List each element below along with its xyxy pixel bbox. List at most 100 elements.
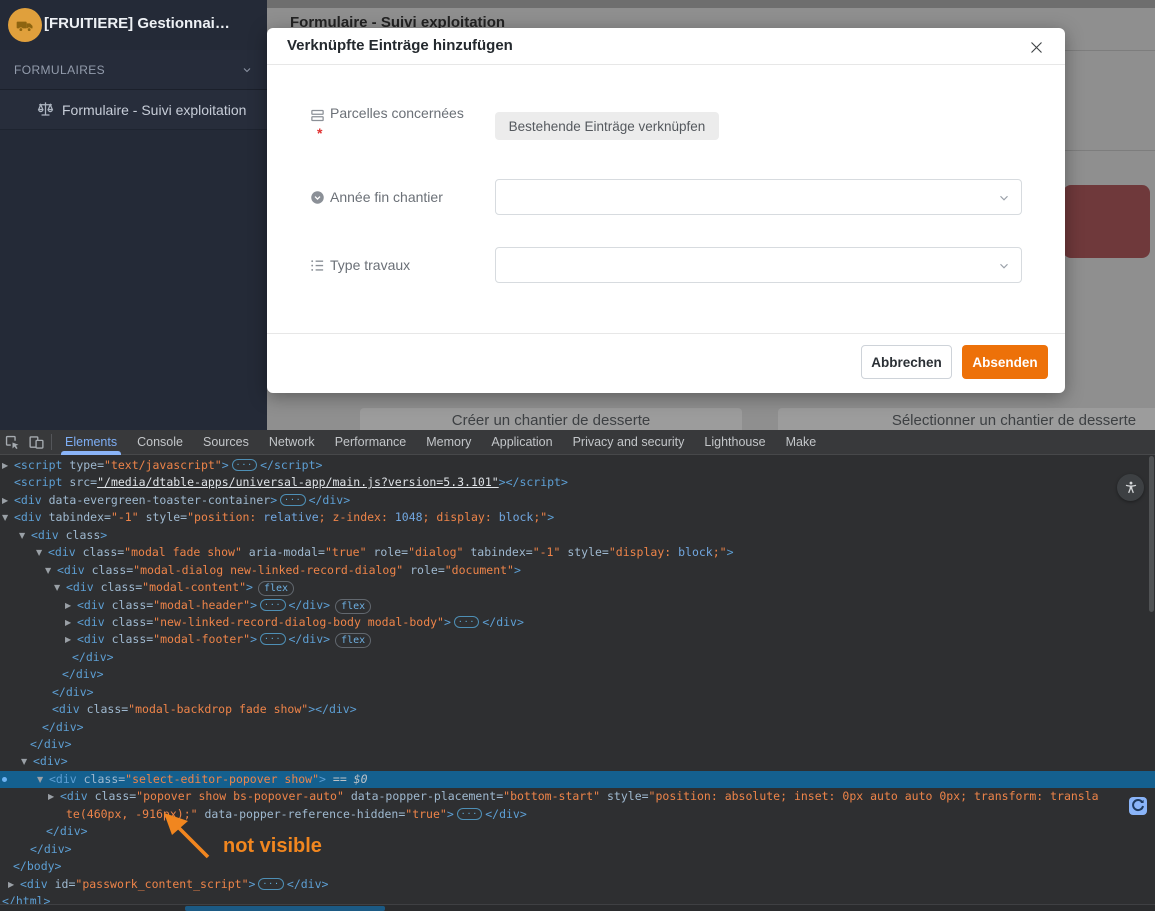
code-line-20[interactable]: ▶<div class="popover show bs-popover-aut… (0, 788, 1155, 805)
code-token: block (499, 510, 534, 524)
expand-arrow-icon[interactable]: ▶ (48, 788, 54, 805)
code-line-26[interactable]: </html> (0, 893, 1155, 904)
divider (1063, 50, 1155, 51)
device-toolbar-icon[interactable] (24, 430, 48, 454)
code-token: "select-editor-popover show" (125, 772, 319, 786)
collapse-arrow-icon[interactable]: ▼ (2, 509, 8, 526)
code-token: ></script> (499, 475, 568, 489)
collapse-arrow-icon[interactable]: ▼ (19, 527, 25, 544)
code-token: == $0 (326, 772, 368, 786)
tab-privacy-and-security[interactable]: Privacy and security (563, 430, 695, 455)
code-token: > (727, 545, 734, 559)
tab-network[interactable]: Network (259, 430, 325, 455)
horizontal-scrollbar-thumb[interactable] (185, 906, 385, 911)
tab-make[interactable]: Make (776, 430, 827, 455)
code-line-3[interactable]: ▶<div data-evergreen-toaster-container>·… (0, 492, 1155, 509)
expand-ellipsis-icon[interactable]: ··· (260, 633, 285, 645)
code-token: > (249, 877, 256, 891)
expand-arrow-icon[interactable]: ▶ (65, 631, 71, 648)
expand-arrow-icon[interactable]: ▶ (2, 492, 8, 509)
code-token: > (100, 528, 107, 542)
code-token: </div> (46, 824, 88, 838)
tab-performance[interactable]: Performance (325, 430, 417, 455)
expand-arrow-icon[interactable]: ▶ (8, 876, 14, 893)
code-token: > (547, 510, 554, 524)
code-line-1[interactable]: ▶<script type="text/javascript">···</scr… (0, 457, 1155, 474)
expand-ellipsis-icon[interactable]: ··· (457, 808, 482, 820)
field-label-annee: Année fin chantier (330, 189, 443, 205)
flex-badge[interactable]: flex (335, 599, 371, 614)
collapse-arrow-icon[interactable]: ▼ (37, 771, 43, 788)
code-line-18[interactable]: ▼<div> (0, 753, 1155, 770)
code-token: > (222, 458, 229, 472)
code-token: "modal-footer" (153, 632, 250, 646)
code-line-8[interactable]: ▼<div class="modal-content">flex (0, 579, 1155, 596)
sidebar-item-formulaire-suivi-exploitation[interactable]: Formulaire - Suivi exploitation (0, 90, 267, 130)
code-line-10[interactable]: ▶<div class="new-linked-record-dialog-bo… (0, 614, 1155, 631)
collapse-arrow-icon[interactable]: ▼ (36, 544, 42, 561)
code-line-25[interactable]: ▶<div id="passwork_content_script">···</… (0, 876, 1155, 893)
code-line-12[interactable]: </div> (0, 649, 1155, 666)
code-token: aria-modal= (249, 545, 325, 559)
code-line-7[interactable]: ▼<div class="modal-dialog new-linked-rec… (0, 562, 1155, 579)
code-line-17[interactable]: </div> (0, 736, 1155, 753)
code-token: </div> (30, 737, 72, 751)
code-line-2[interactable]: <script src="/media/dtable-apps/universa… (0, 474, 1155, 491)
tab-lighthouse[interactable]: Lighthouse (694, 430, 775, 455)
type-travaux-select[interactable] (495, 247, 1022, 283)
extension-badge-icon[interactable] (1129, 797, 1147, 820)
flex-badge[interactable]: flex (335, 633, 371, 648)
vertical-scrollbar[interactable] (1149, 456, 1154, 612)
app-avatar[interactable] (8, 8, 42, 42)
tab-application[interactable]: Application (481, 430, 562, 455)
annee-fin-chantier-select[interactable] (495, 179, 1022, 215)
link-existing-records-button[interactable]: Bestehende Einträge verknüpfen (495, 112, 719, 140)
accessibility-icon[interactable] (1117, 474, 1144, 501)
collapse-arrow-icon[interactable]: ▼ (21, 753, 27, 770)
flex-badge[interactable]: flex (258, 581, 294, 596)
horizontal-scrollbar[interactable] (0, 904, 1155, 911)
code-token: > (270, 493, 277, 507)
chevron-down-icon (241, 63, 253, 81)
tab-memory[interactable]: Memory (416, 430, 481, 455)
expand-ellipsis-icon[interactable]: ··· (454, 616, 479, 628)
tab-sources[interactable]: Sources (193, 430, 259, 455)
code-token: role= (373, 545, 408, 559)
code-line-4[interactable]: ▼<div tabindex="-1" style="position: rel… (0, 509, 1155, 526)
code-line-6[interactable]: ▼<div class="modal fade show" aria-modal… (0, 544, 1155, 561)
code-line-9[interactable]: ▶<div class="modal-header">···</div>flex (0, 597, 1155, 614)
submit-button[interactable]: Absenden (962, 345, 1048, 379)
expand-arrow-icon[interactable]: ▶ (65, 597, 71, 614)
code-line-19[interactable]: ▼<div class="select-editor-popover show"… (0, 771, 1155, 788)
collapse-arrow-icon[interactable]: ▼ (45, 562, 51, 579)
code-token: </div> (287, 877, 329, 891)
code-line-14[interactable]: </div> (0, 684, 1155, 701)
chevron-down-icon (997, 191, 1011, 205)
code-token: <div (60, 789, 95, 803)
inspect-element-icon[interactable] (0, 430, 24, 454)
tab-console[interactable]: Console (127, 430, 193, 455)
expand-ellipsis-icon[interactable]: ··· (260, 599, 285, 611)
code-line-16[interactable]: </div> (0, 719, 1155, 736)
tab-elements[interactable]: Elements (55, 430, 127, 455)
collapse-arrow-icon[interactable]: ▼ (54, 579, 60, 596)
code-line-11[interactable]: ▶<div class="modal-footer">···</div>flex (0, 631, 1155, 648)
code-token: <div (57, 563, 92, 577)
field-label-type-travaux: Type travaux (330, 257, 410, 273)
expand-ellipsis-icon[interactable]: ··· (258, 878, 283, 890)
expand-ellipsis-icon[interactable]: ··· (280, 494, 305, 506)
code-token: > (250, 632, 257, 646)
expand-ellipsis-icon[interactable]: ··· (232, 459, 257, 471)
code-token: > (246, 580, 253, 594)
code-line-13[interactable]: </div> (0, 666, 1155, 683)
sidebar-section-formulaires[interactable]: FORMULAIRES (0, 50, 267, 90)
code-token: </div> (309, 493, 351, 507)
code-line-15[interactable]: <div class="modal-backdrop fade show"></… (0, 701, 1155, 718)
expand-arrow-icon[interactable]: ▶ (2, 457, 8, 474)
code-line-5[interactable]: ▼<div class> (0, 527, 1155, 544)
code-token: ;" (713, 545, 727, 559)
code-token: </div> (289, 598, 331, 612)
close-icon[interactable] (1025, 36, 1047, 58)
cancel-button[interactable]: Abbrechen (861, 345, 952, 379)
expand-arrow-icon[interactable]: ▶ (65, 614, 71, 631)
